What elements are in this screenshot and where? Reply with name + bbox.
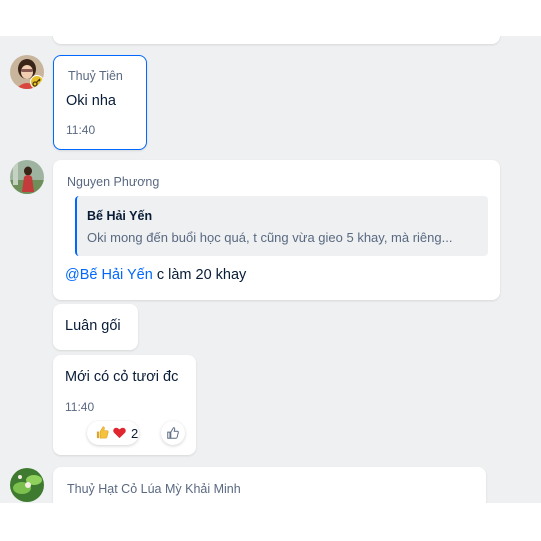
- quoted-text: Oki mong đến buổi học quá, t cũng vừa gi…: [87, 230, 453, 245]
- message-bubble-thuy-hat-co[interactable]: Thuỷ Hạt Cỏ Lúa Mỳ Khải Minh: [53, 467, 486, 503]
- message-sender: Nguyen Phương: [67, 175, 160, 189]
- add-reaction-button[interactable]: [161, 421, 185, 445]
- quoted-message[interactable]: Bế Hải Yến Oki mong đến buổi học quá, t …: [75, 196, 488, 256]
- message-bubble-reply[interactable]: Nguyen Phương Bế Hải Yến Oki mong đến bu…: [53, 160, 500, 300]
- message-text: Oki nha: [66, 93, 116, 109]
- mention-link[interactable]: @Bế Hải Yến: [65, 267, 153, 283]
- message-sender: Thuỷ Hạt Cỏ Lúa Mỳ Khải Minh: [67, 482, 241, 496]
- message-sender: Thuỷ Tiên: [68, 69, 123, 83]
- message-bubble-oki-nha[interactable]: Thuỷ Tiên Oki nha 11:40: [53, 55, 147, 150]
- previous-message-bubble[interactable]: [53, 36, 500, 44]
- message-time: 11:40: [65, 400, 95, 414]
- thumbs-up-icon: [95, 425, 110, 442]
- key-badge-icon: [30, 75, 44, 89]
- avatar-nguyen-phuong[interactable]: [10, 160, 44, 194]
- reaction-summary[interactable]: 2: [87, 421, 139, 445]
- reaction-count: 2: [131, 425, 139, 441]
- avatar-thuy-tien[interactable]: [10, 55, 44, 89]
- quoted-author: Bế Hải Yến: [87, 209, 153, 223]
- message-bubble-luan-goi[interactable]: Luân gối: [53, 304, 138, 350]
- avatar-image: [10, 160, 44, 194]
- message-time: 11:40: [66, 123, 96, 137]
- chat-message-list[interactable]: Thuỷ Tiên Oki nha 11:40 Nguyen Phương Bế…: [0, 36, 541, 503]
- message-body: c làm 20 khay: [152, 267, 247, 283]
- avatar-image: [10, 468, 44, 502]
- heart-icon: [112, 425, 127, 442]
- message-text: @Bế Hải Yến c làm 20 khay: [65, 267, 246, 283]
- thumbs-up-outline-icon: [167, 427, 179, 439]
- message-text: Mới có cỏ tươi đc: [65, 369, 179, 385]
- avatar-thuy-hat-co[interactable]: [10, 468, 44, 502]
- message-text: Luân gối: [65, 318, 121, 334]
